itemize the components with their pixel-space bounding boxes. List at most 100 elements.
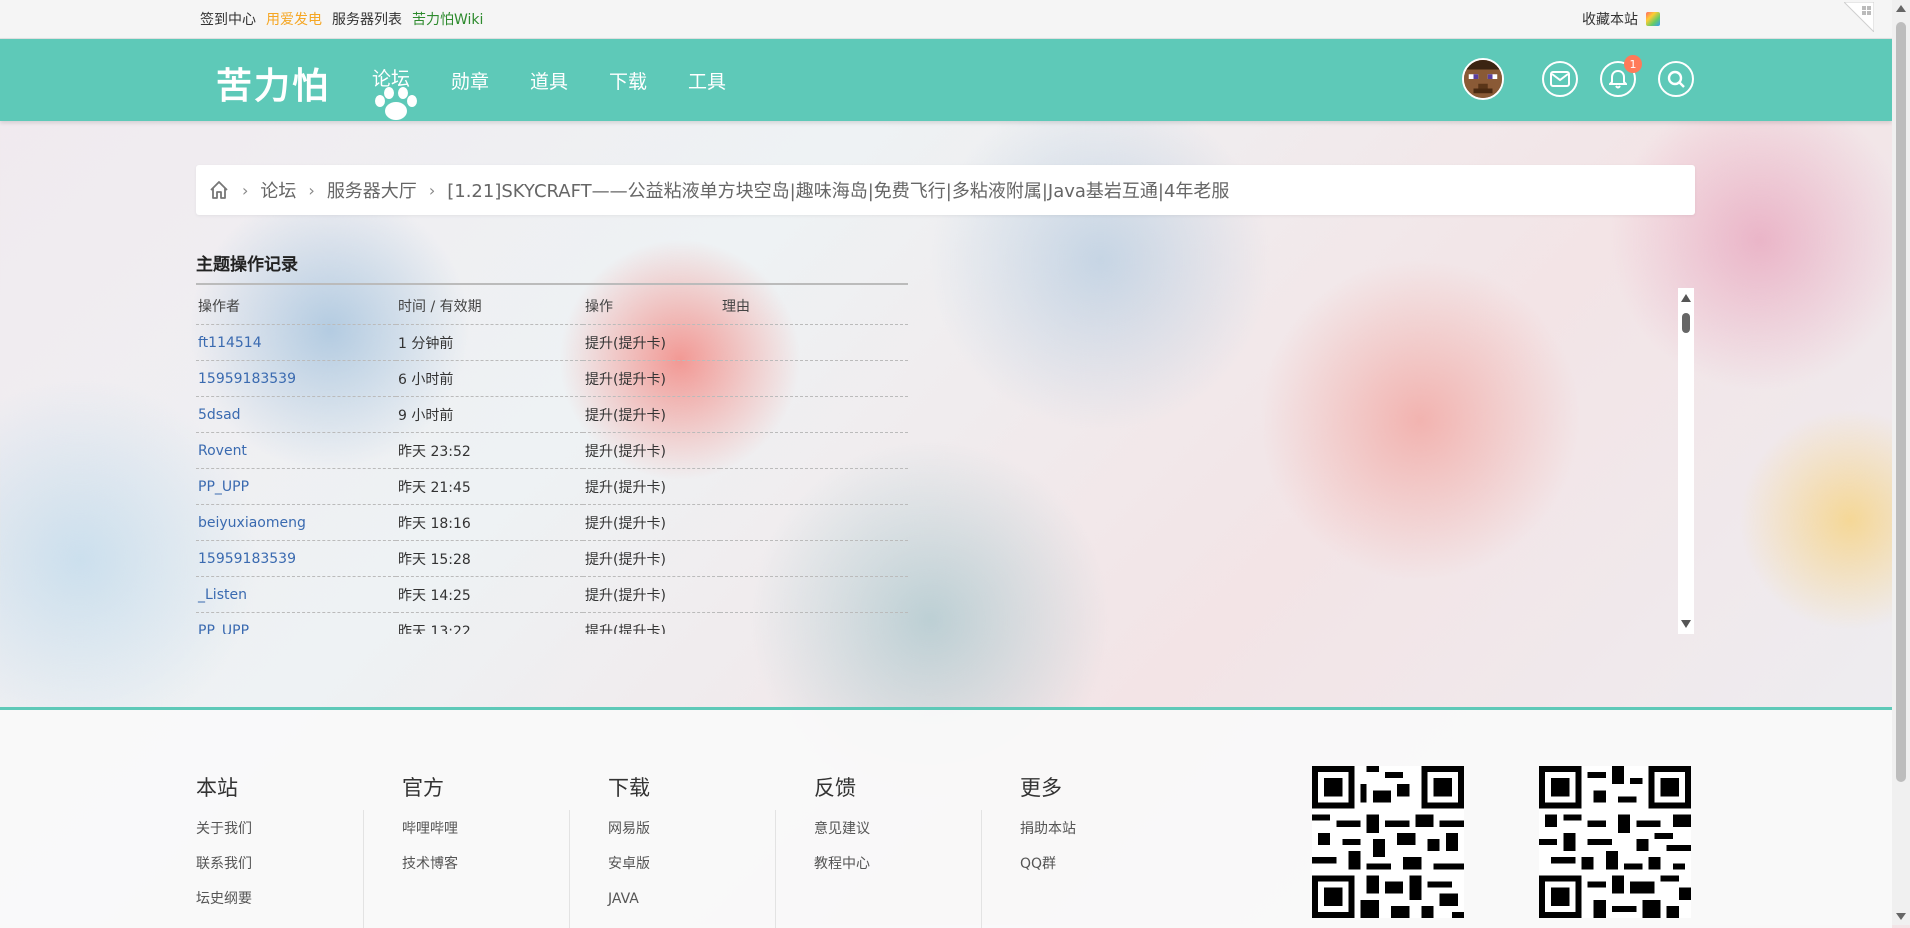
footer-link-contact[interactable]: 联系我们 bbox=[196, 847, 376, 882]
theme-color-icon[interactable] bbox=[1646, 12, 1660, 26]
footer-divider bbox=[775, 810, 776, 928]
breadcrumb-forum[interactable]: 论坛 bbox=[260, 177, 296, 203]
operator-link[interactable]: 15959183539 bbox=[196, 540, 396, 577]
nav-item-medals[interactable]: 勋章 bbox=[451, 39, 530, 121]
nav-item-tools[interactable]: 工具 bbox=[688, 39, 767, 121]
page-scrollbar-thumb[interactable] bbox=[1896, 22, 1906, 782]
search-icon bbox=[1667, 70, 1685, 88]
table-header-row: 操作者 时间 / 有效期 操作 理由 bbox=[196, 288, 908, 325]
page-scroll-down-icon[interactable] bbox=[1896, 913, 1906, 921]
breadcrumb-thread-title[interactable]: [1.21]SKYCRAFT——公益粘液单方块空岛|趣味海岛|免费飞行|多粘液附… bbox=[447, 177, 1229, 203]
footer-divider bbox=[363, 810, 364, 928]
column-header: 操作者 bbox=[196, 288, 396, 325]
footer-link-bilibili[interactable]: 哔哩哔哩 bbox=[402, 812, 582, 847]
bookmark-area: 收藏本站 bbox=[1582, 0, 1660, 38]
site-logo[interactable]: 苦力怕 bbox=[216, 57, 330, 109]
breadcrumb: › 论坛 › 服务器大厅 › [1.21]SKYCRAFT——公益粘液单方块空岛… bbox=[196, 165, 1695, 215]
log-scroll-area[interactable]: 操作者 时间 / 有效期 操作 理由 ft114514 1 分钟前 提升(提升卡) … bbox=[196, 288, 908, 634]
table-row: PP_UPP 昨天 13:22 提升(提升卡) bbox=[196, 612, 908, 634]
action-cell: 提升(提升卡) bbox=[583, 432, 720, 469]
home-icon[interactable] bbox=[208, 179, 230, 201]
paw-icon bbox=[375, 87, 417, 120]
footer-column-download: 下载 网易版 安卓版 JAVA bbox=[608, 772, 788, 917]
nav-item-download[interactable]: 下载 bbox=[609, 39, 688, 121]
nav-item-props[interactable]: 道具 bbox=[530, 39, 609, 121]
reason-cell bbox=[720, 396, 908, 433]
top-link-donate[interactable]: 用爱发电 bbox=[266, 9, 322, 29]
page-curl-icon[interactable] bbox=[1844, 2, 1874, 32]
action-cell: 提升(提升卡) bbox=[583, 468, 720, 505]
reason-cell bbox=[720, 324, 908, 361]
table-row: 5dsad 9 小时前 提升(提升卡) bbox=[196, 396, 908, 433]
top-link-server-list[interactable]: 服务器列表 bbox=[332, 9, 402, 29]
log-scrollbar[interactable] bbox=[1678, 288, 1694, 634]
operator-link[interactable]: ft114514 bbox=[196, 324, 396, 361]
footer-link-tech-blog[interactable]: 技术博客 bbox=[402, 847, 582, 882]
action-cell: 提升(提升卡) bbox=[583, 324, 720, 361]
scrollbar-thumb[interactable] bbox=[1682, 313, 1690, 333]
footer-link-qq-group[interactable]: QQ群 bbox=[1020, 847, 1200, 882]
operator-link[interactable]: PP_UPP bbox=[196, 612, 396, 634]
reason-cell bbox=[720, 468, 908, 505]
action-cell: 提升(提升卡) bbox=[583, 396, 720, 433]
reason-cell bbox=[720, 612, 908, 634]
messages-button[interactable] bbox=[1542, 61, 1578, 97]
footer-divider bbox=[981, 810, 982, 928]
page-scroll-up-icon[interactable] bbox=[1896, 4, 1906, 12]
avatar[interactable] bbox=[1462, 58, 1504, 100]
nav-menu: 论坛 勋章 道具 下载 工具 bbox=[372, 39, 767, 121]
operator-link[interactable]: beiyuxiaomeng bbox=[196, 504, 396, 541]
footer-column-more: 更多 捐助本站 QQ群 bbox=[1020, 772, 1200, 882]
time-cell: 昨天 15:28 bbox=[396, 540, 583, 577]
footer-link-donate[interactable]: 捐助本站 bbox=[1020, 812, 1200, 847]
top-link-wiki[interactable]: 苦力怕Wiki bbox=[412, 9, 483, 29]
footer-link-history[interactable]: 坛史纲要 bbox=[196, 882, 376, 917]
footer-column-feedback: 反馈 意见建议 教程中心 bbox=[814, 772, 994, 882]
page-scrollbar[interactable] bbox=[1892, 0, 1910, 925]
table-row: Rovent 昨天 23:52 提升(提升卡) bbox=[196, 432, 908, 469]
time-cell: 9 小时前 bbox=[396, 396, 583, 433]
footer-link-java[interactable]: JAVA bbox=[608, 882, 788, 917]
action-cell: 提升(提升卡) bbox=[583, 504, 720, 541]
action-cell: 提升(提升卡) bbox=[583, 612, 720, 634]
footer-link-about[interactable]: 关于我们 bbox=[196, 812, 376, 847]
operator-link[interactable]: 15959183539 bbox=[196, 360, 396, 397]
column-header: 理由 bbox=[720, 288, 908, 325]
footer-column-title: 更多 bbox=[1020, 776, 1062, 800]
operator-link[interactable]: Rovent bbox=[196, 432, 396, 469]
reason-cell bbox=[720, 540, 908, 577]
top-link-checkin[interactable]: 签到中心 bbox=[200, 9, 256, 29]
operator-link[interactable]: PP_UPP bbox=[196, 468, 396, 505]
table-row: 15959183539 6 小时前 提升(提升卡) bbox=[196, 360, 908, 397]
footer-link-tutorials[interactable]: 教程中心 bbox=[814, 847, 994, 882]
avatar-image bbox=[1464, 60, 1502, 98]
mail-icon bbox=[1550, 71, 1570, 87]
log-title-underline bbox=[196, 283, 908, 285]
user-actions: 1 bbox=[1462, 55, 1694, 100]
notifications-button[interactable]: 1 bbox=[1600, 55, 1642, 97]
reason-cell bbox=[720, 504, 908, 541]
bell-icon bbox=[1609, 69, 1627, 89]
nav-item-forum[interactable]: 论坛 bbox=[372, 39, 451, 121]
footer-link-netease[interactable]: 网易版 bbox=[608, 812, 788, 847]
time-cell: 昨天 23:52 bbox=[396, 432, 583, 469]
breadcrumb-separator: › bbox=[242, 180, 249, 200]
time-cell: 昨天 18:16 bbox=[396, 504, 583, 541]
qr-code-icon bbox=[1539, 766, 1691, 918]
table-row: _Listen 昨天 14:25 提升(提升卡) bbox=[196, 576, 908, 613]
table-row: beiyuxiaomeng 昨天 18:16 提升(提升卡) bbox=[196, 504, 908, 541]
table-row: ft114514 1 分钟前 提升(提升卡) bbox=[196, 324, 908, 361]
breadcrumb-server-hall[interactable]: 服务器大厅 bbox=[327, 177, 417, 203]
log-title: 主题操作记录 bbox=[196, 255, 298, 275]
operator-link[interactable]: 5dsad bbox=[196, 396, 396, 433]
operator-link[interactable]: _Listen bbox=[196, 576, 396, 613]
footer-link-suggestions[interactable]: 意见建议 bbox=[814, 812, 994, 847]
nav-item-label: 勋章 bbox=[451, 70, 490, 93]
nav-item-label: 道具 bbox=[530, 70, 569, 93]
bookmark-link[interactable]: 收藏本站 bbox=[1582, 9, 1638, 29]
footer-divider bbox=[569, 810, 570, 928]
footer-link-android[interactable]: 安卓版 bbox=[608, 847, 788, 882]
table-row: 15959183539 昨天 15:28 提升(提升卡) bbox=[196, 540, 908, 577]
search-button[interactable] bbox=[1658, 61, 1694, 97]
notification-badge: 1 bbox=[1624, 55, 1642, 73]
